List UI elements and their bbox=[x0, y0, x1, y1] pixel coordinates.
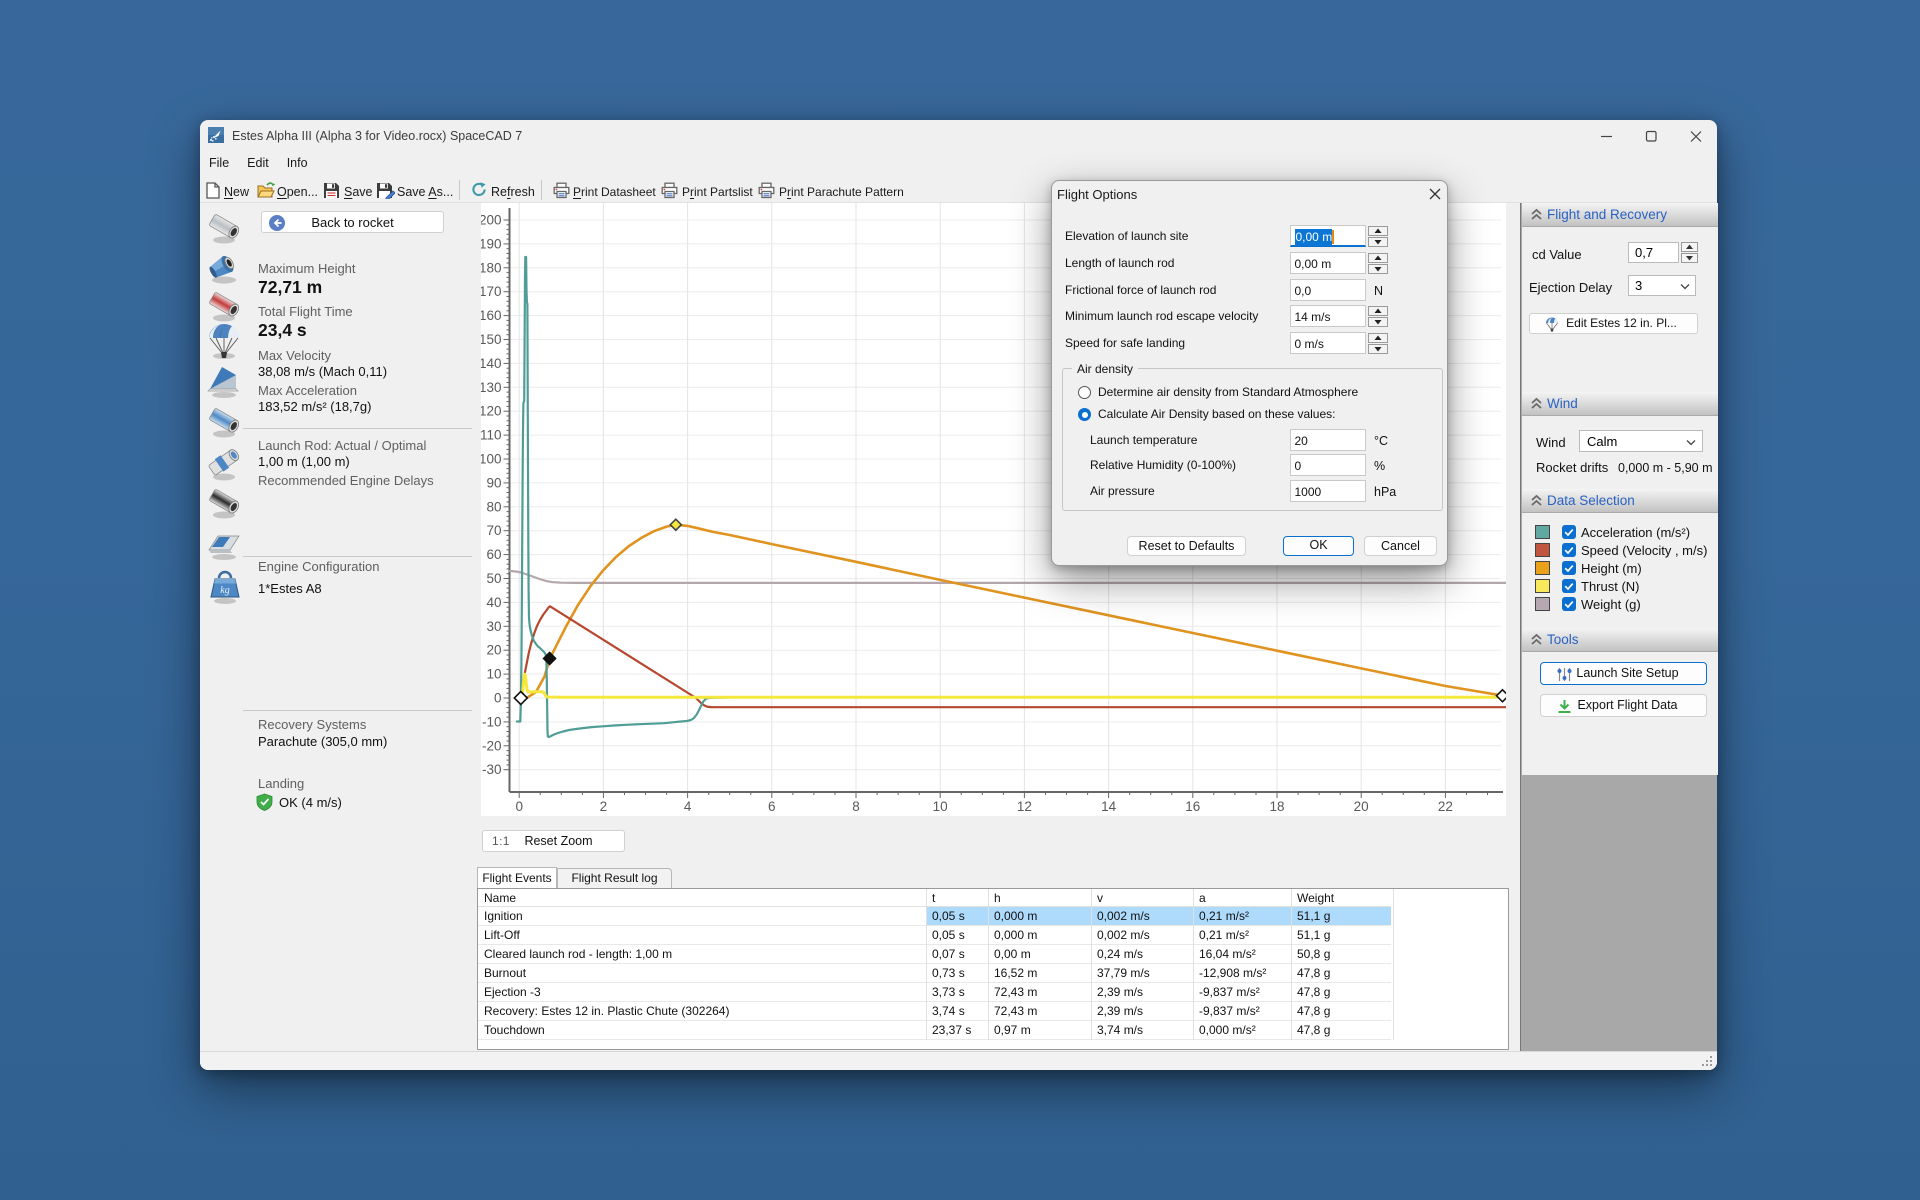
svg-text:10: 10 bbox=[933, 799, 948, 814]
svg-text:0: 0 bbox=[494, 691, 502, 706]
svg-text:130: 130 bbox=[481, 380, 502, 395]
svg-text:12: 12 bbox=[1017, 799, 1032, 814]
svg-text:70: 70 bbox=[486, 523, 501, 538]
svg-text:180: 180 bbox=[481, 260, 502, 275]
svg-text:22: 22 bbox=[1438, 799, 1453, 814]
svg-text:100: 100 bbox=[481, 452, 502, 467]
svg-text:50: 50 bbox=[486, 571, 501, 586]
svg-text:140: 140 bbox=[481, 356, 502, 371]
svg-text:30: 30 bbox=[486, 619, 501, 634]
svg-text:4: 4 bbox=[684, 799, 692, 814]
svg-text:-30: -30 bbox=[482, 762, 502, 777]
svg-text:-20: -20 bbox=[482, 738, 502, 753]
svg-text:10: 10 bbox=[486, 667, 501, 682]
svg-text:40: 40 bbox=[486, 595, 501, 610]
svg-text:kg: kg bbox=[220, 585, 229, 596]
svg-text:120: 120 bbox=[481, 404, 502, 419]
svg-text:170: 170 bbox=[481, 284, 502, 299]
svg-text:18: 18 bbox=[1269, 799, 1284, 814]
svg-text:110: 110 bbox=[481, 428, 502, 443]
svg-text:-10: -10 bbox=[482, 714, 502, 729]
svg-text:200: 200 bbox=[481, 213, 502, 228]
svg-text:14: 14 bbox=[1101, 799, 1117, 814]
svg-text:20: 20 bbox=[1354, 799, 1369, 814]
svg-text:80: 80 bbox=[486, 499, 501, 514]
svg-text:190: 190 bbox=[481, 236, 502, 251]
svg-text:6: 6 bbox=[768, 799, 776, 814]
svg-text:2: 2 bbox=[600, 799, 608, 814]
svg-text:8: 8 bbox=[852, 799, 860, 814]
svg-text:150: 150 bbox=[481, 332, 502, 347]
svg-text:16: 16 bbox=[1185, 799, 1200, 814]
svg-text:90: 90 bbox=[486, 475, 501, 490]
svg-text:0: 0 bbox=[515, 799, 523, 814]
svg-text:160: 160 bbox=[481, 308, 502, 323]
svg-text:20: 20 bbox=[486, 643, 501, 658]
svg-text:60: 60 bbox=[486, 547, 501, 562]
